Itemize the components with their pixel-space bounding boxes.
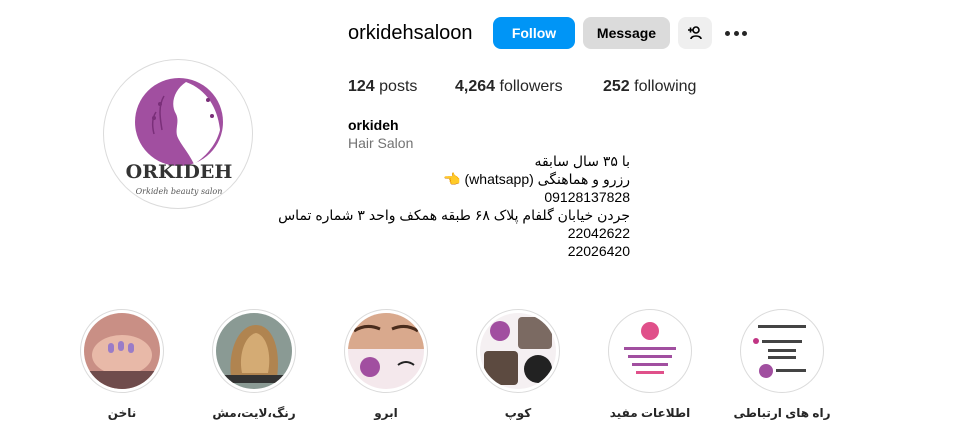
orkideh-logo: ORKIDEH Orkideh beauty salon xyxy=(126,78,233,196)
posts-label: posts xyxy=(379,78,418,95)
followers-label: followers xyxy=(499,78,563,95)
highlight-label: ابرو xyxy=(374,406,398,420)
message-button[interactable]: Message xyxy=(583,17,670,49)
profile-avatar[interactable]: ORKIDEH Orkideh beauty salon xyxy=(103,59,253,209)
bio-line: با ۳۵ سال سابقه xyxy=(534,153,630,169)
highlight-label: راه های ارتباطی xyxy=(733,406,831,420)
highlight-label: ناخن xyxy=(107,406,137,420)
posts-count: 124 xyxy=(348,78,375,95)
bio-phone: 09128137828 xyxy=(544,189,630,205)
profile-category: Hair Salon xyxy=(348,135,414,151)
more-options-icon[interactable] xyxy=(725,24,747,42)
following-count: 252 xyxy=(603,78,630,95)
haircut-photo-icon xyxy=(480,313,556,389)
info-card-icon xyxy=(612,313,688,389)
following-stat[interactable]: 252 following xyxy=(603,78,696,96)
nails-photo-icon xyxy=(84,313,160,389)
highlight-item[interactable]: راه های ارتباطی xyxy=(734,309,830,420)
bio-line: جردن خیابان گلفام پلاک ۶۸ طبقه همکف واحد… xyxy=(278,207,630,223)
highlight-item[interactable]: ناخن xyxy=(80,309,164,420)
highlight-label: کوپ xyxy=(504,406,532,420)
highlight-item[interactable]: کوپ xyxy=(476,309,560,420)
followers-stat[interactable]: 4,264 followers xyxy=(455,78,563,96)
logo-subtext: Orkideh beauty salon xyxy=(136,187,223,196)
bio-line: رزرو و هماهنگی (whatsapp) 👈 xyxy=(443,171,630,187)
highlight-label: رنگ،لایت،مش xyxy=(212,406,296,420)
highlight-label: اطلاعات مفید xyxy=(609,406,691,420)
bio-phone: 22026420 xyxy=(567,243,630,259)
profile-username: orkidehsaloon xyxy=(348,22,473,44)
logo-text: ORKIDEH xyxy=(126,161,233,183)
follow-button[interactable]: Follow xyxy=(493,17,575,49)
suggested-accounts-button[interactable] xyxy=(678,17,712,49)
posts-stat: 124 posts xyxy=(348,78,417,96)
highlight-item[interactable]: اطلاعات مفید xyxy=(608,309,692,420)
highlight-item[interactable]: رنگ،لایت،مش xyxy=(212,309,296,420)
followers-count: 4,264 xyxy=(455,78,496,95)
hair-color-photo-icon xyxy=(216,313,292,389)
highlight-item[interactable]: ابرو xyxy=(344,309,428,420)
following-label: following xyxy=(634,78,697,95)
eyebrow-photo-icon xyxy=(348,313,424,389)
add-person-icon xyxy=(688,26,702,40)
contact-card-icon xyxy=(744,313,820,389)
bio-phone: 22042622 xyxy=(567,225,630,241)
profile-full-name: orkideh xyxy=(348,117,399,133)
